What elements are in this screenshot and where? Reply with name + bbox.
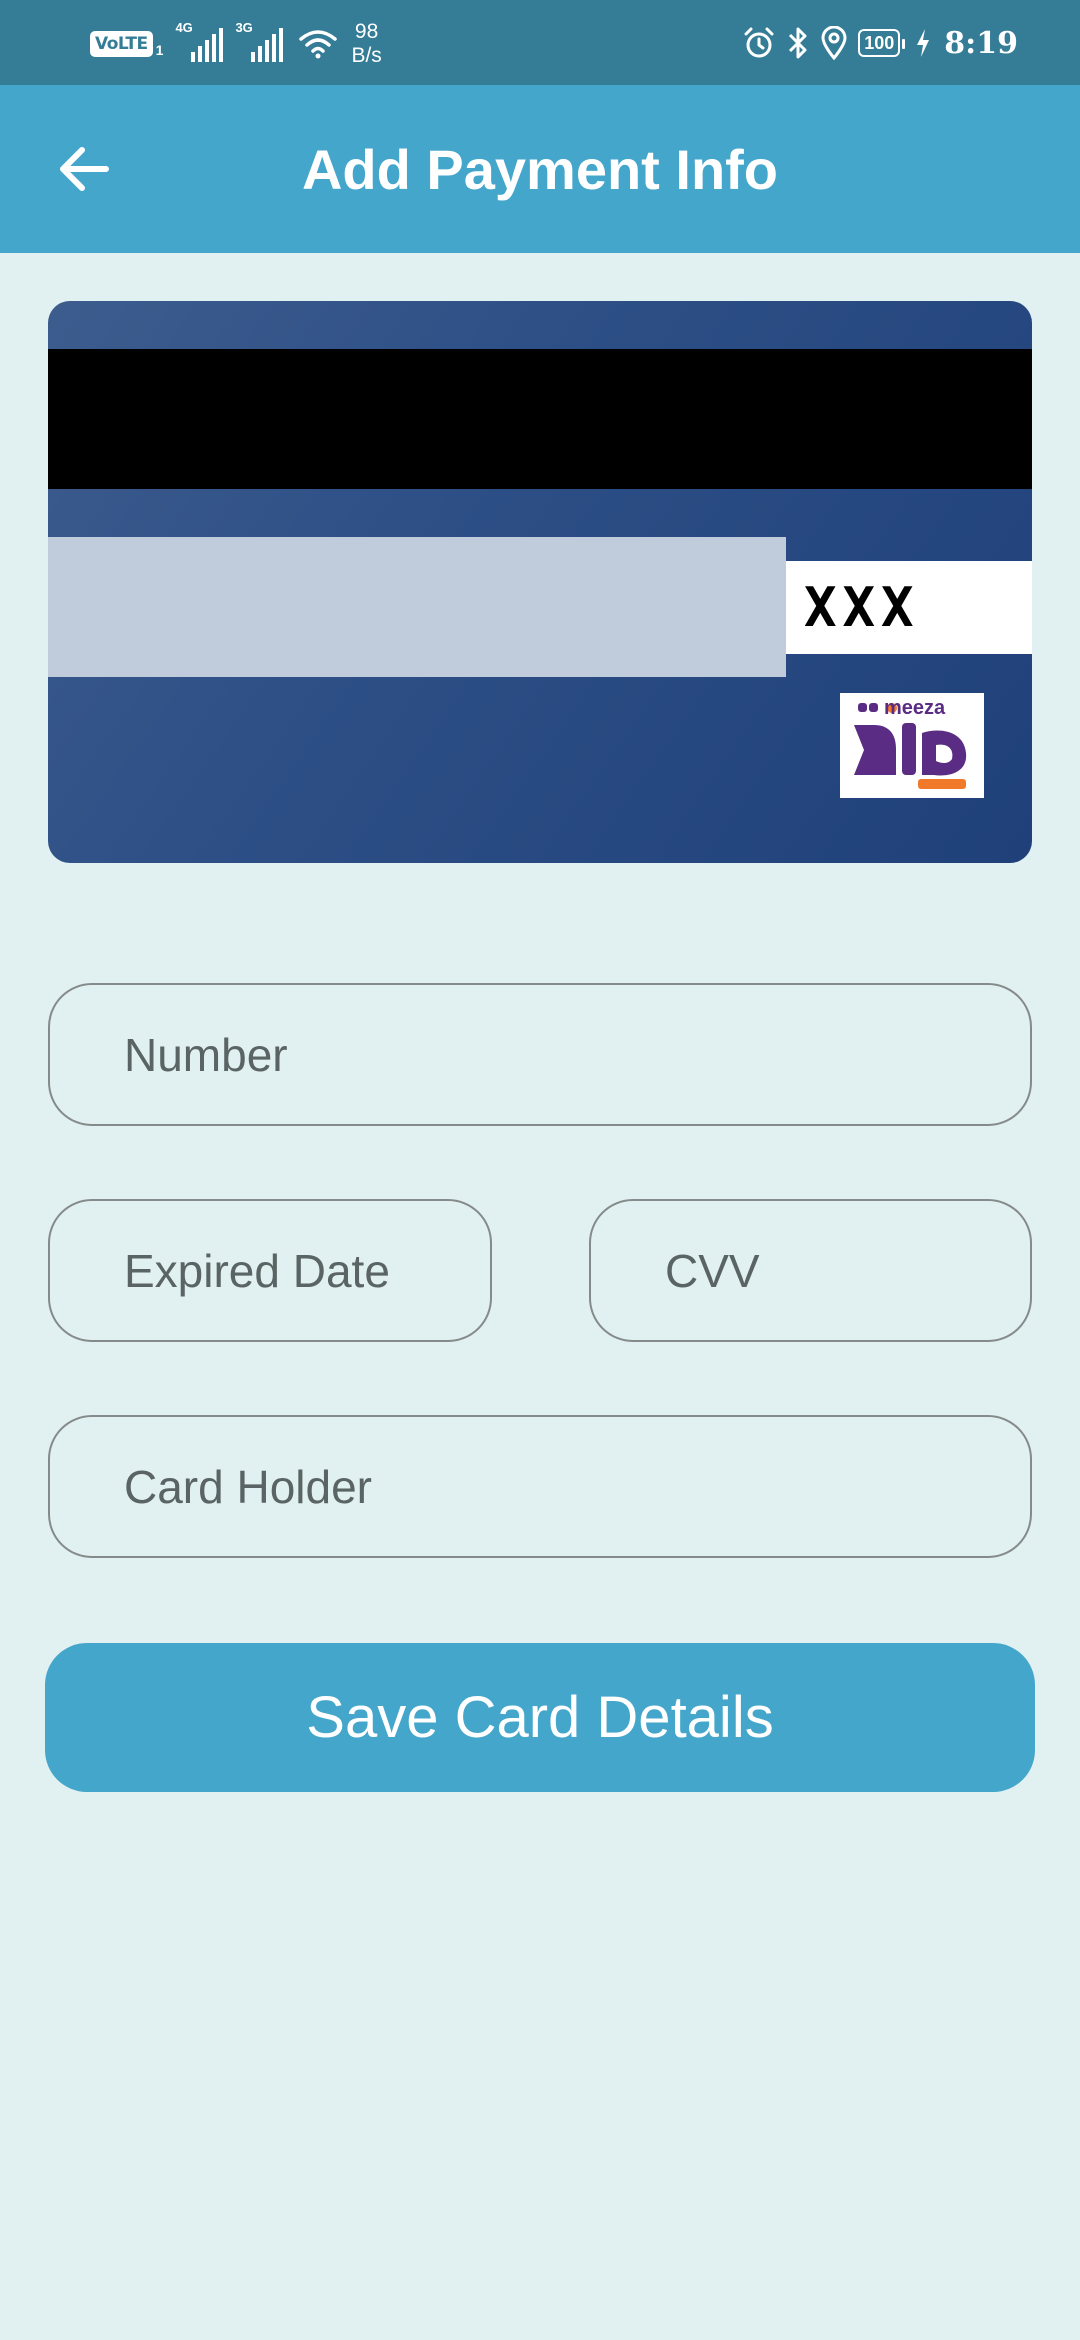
battery-indicator: 100 [858, 29, 906, 57]
meeza-logo: meeza [840, 693, 984, 798]
app-bar: Add Payment Info [0, 85, 1080, 253]
card-holder-input[interactable] [122, 1458, 1030, 1515]
network-type-2: 3G [235, 20, 253, 35]
volte-badge: VoLTE [90, 31, 153, 57]
expiry-date-field[interactable] [48, 1199, 492, 1342]
expiry-date-input[interactable] [122, 1242, 490, 1299]
speed-value: 98 [354, 20, 379, 43]
meeza-logo-text: meeza [884, 697, 946, 719]
status-right: 100 8:19 [742, 18, 1018, 68]
status-left: VoLTE 1 4G 3G 98 B/s [90, 18, 382, 70]
card-preview: XXX meeza [48, 301, 1032, 863]
volte-sim-number: 1 [155, 42, 164, 58]
network-speed: 98 B/s [351, 20, 381, 68]
location-icon [821, 26, 847, 60]
status-bar: VoLTE 1 4G 3G 98 B/s 100 8:19 [0, 0, 1080, 85]
screen: VoLTE 1 4G 3G 98 B/s 100 8:19 Add Paymen… [0, 0, 1080, 2340]
network-type-1: 4G [175, 20, 193, 35]
page-title: Add Payment Info [301, 137, 779, 201]
status-time: 8:19 [944, 25, 1018, 61]
speed-unit: B/s [351, 44, 382, 67]
bluetooth-icon [789, 27, 807, 59]
signature-strip [48, 537, 786, 677]
alarm-icon [744, 27, 774, 58]
cvv-field[interactable] [589, 1199, 1032, 1342]
wifi-icon [299, 30, 338, 59]
card-number-field[interactable] [48, 983, 1032, 1126]
magnetic-stripe [48, 349, 1032, 489]
signal-sim1: 4G [175, 20, 224, 62]
signal-bars-2-icon [251, 28, 284, 62]
card-number-input[interactable] [122, 1026, 1030, 1083]
cvv-input[interactable] [663, 1242, 1030, 1299]
charging-icon [917, 29, 930, 57]
signal-bars-1-icon [191, 28, 224, 62]
card-cvv-display: XXX [786, 561, 1032, 654]
card-holder-field[interactable] [48, 1415, 1032, 1558]
signal-sim2: 3G [235, 20, 284, 62]
save-card-button[interactable]: Save Card Details [45, 1643, 1035, 1792]
